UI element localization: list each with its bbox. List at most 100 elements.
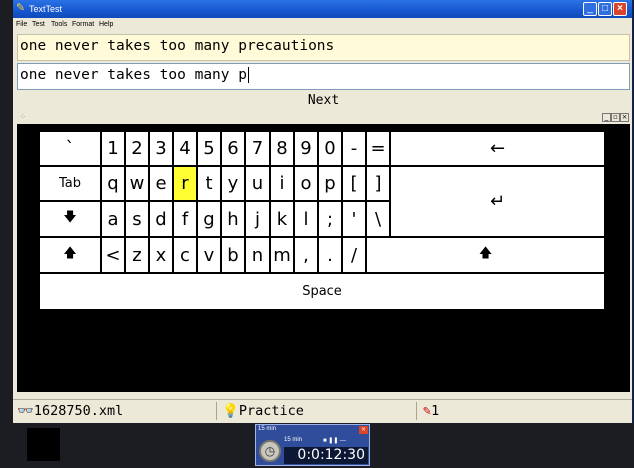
pencil-icon: ✎ (16, 1, 26, 14)
status-mode-label: 💡Practice (222, 403, 304, 419)
menu-format[interactable]: Format (72, 18, 94, 31)
status-separator (216, 402, 217, 420)
key-s[interactable]: s (125, 201, 149, 237)
key-backslash[interactable]: \ (366, 201, 390, 237)
menu-bar: File Test Tools Format Help (13, 18, 632, 31)
key-shift-right[interactable]: 🡅 (366, 237, 605, 273)
key-5[interactable]: 5 (197, 131, 221, 166)
status-bar: 👓1628750.xml 💡Practice ✎1 (13, 399, 632, 423)
panel-minimize-icon[interactable]: _ (602, 113, 611, 122)
key-1[interactable]: 1 (101, 131, 125, 166)
key-j[interactable]: j (245, 201, 270, 237)
key-space[interactable]: Space (39, 273, 605, 310)
key-t[interactable]: t (197, 166, 221, 201)
key-z[interactable]: z (125, 237, 149, 273)
maximize-button[interactable]: □ (598, 2, 612, 16)
app-window: ✎ TextTest _ □ × File Test Tools Format … (13, 0, 633, 423)
prompt-phrase-box: one never takes too many precautions (17, 34, 630, 61)
key-h[interactable]: h (221, 201, 245, 237)
lightbulb-icon: 💡 (222, 403, 239, 419)
transcription-text: one never takes too many p (20, 67, 247, 83)
key-left-bracket[interactable]: [ (342, 166, 366, 201)
key-g[interactable]: g (197, 201, 221, 237)
key-4[interactable]: 4 (173, 131, 197, 166)
keyboard-panel-header: ⁘ _ ▫ × (17, 111, 630, 124)
key-m[interactable]: m (270, 237, 294, 273)
key-a[interactable]: a (101, 201, 125, 237)
prompt-phrase: one never takes too many precautions (20, 38, 335, 54)
key-7[interactable]: 7 (245, 131, 270, 166)
key-9[interactable]: 9 (294, 131, 318, 166)
key-comma[interactable]: , (294, 237, 318, 273)
glasses-icon: 👓 (17, 403, 34, 419)
pencil-icon: ✎ (423, 403, 432, 419)
key-k[interactable]: k (270, 201, 294, 237)
key-x[interactable]: x (149, 237, 173, 273)
key-tab[interactable]: Tab (39, 166, 101, 201)
status-count: 1 (431, 403, 440, 419)
timer-display: 0:0:12:30 (284, 447, 368, 464)
key-l[interactable]: l (294, 201, 318, 237)
key-shift-left[interactable]: 🡅 (39, 237, 101, 273)
transcription-input[interactable]: one never takes too many p (17, 63, 630, 90)
next-button[interactable]: Next (17, 91, 630, 111)
timer-title: 15 min (258, 426, 277, 432)
key-3[interactable]: 3 (149, 131, 173, 166)
clock-icon: ◷ (259, 440, 281, 462)
close-button[interactable]: × (613, 2, 627, 16)
key-less-than[interactable]: < (101, 237, 125, 273)
key-u[interactable]: u (245, 166, 270, 201)
key-backspace[interactable]: ← (390, 131, 605, 166)
key-r-highlighted[interactable]: r (173, 166, 197, 201)
panel-close-icon[interactable]: × (620, 113, 629, 122)
menu-tools[interactable]: Tools (51, 18, 67, 31)
key-apostrophe[interactable]: ' (342, 201, 366, 237)
key-period[interactable]: . (318, 237, 342, 273)
key-q[interactable]: q (101, 166, 125, 201)
title-bar[interactable]: ✎ TextTest _ □ × (13, 0, 632, 18)
key-p[interactable]: p (318, 166, 342, 201)
key-f[interactable]: f (173, 201, 197, 237)
key-w[interactable]: w (125, 166, 149, 201)
timer-widget[interactable]: 15 min × ◷ 15 min ■ ❚❚ — 0:0:12:30 (255, 424, 370, 466)
key-n[interactable]: n (245, 237, 270, 273)
status-count-label: ✎1 (423, 403, 439, 419)
key-right-bracket[interactable]: ] (366, 166, 390, 201)
key-equals[interactable]: = (366, 131, 390, 166)
key-y[interactable]: y (221, 166, 245, 201)
window-title: TextTest (29, 4, 63, 14)
keyboard-area: ` 1 2 3 4 5 6 7 8 9 0 - = ← Tab q w e r … (17, 124, 630, 392)
key-6[interactable]: 6 (221, 131, 245, 166)
key-8[interactable]: 8 (270, 131, 294, 166)
panel-restore-icon[interactable]: ▫ (611, 113, 620, 122)
grip-icon[interactable]: ⁘ (20, 113, 26, 121)
key-caps-down[interactable]: 🡇 (39, 201, 101, 237)
key-b[interactable]: b (221, 237, 245, 273)
key-slash[interactable]: / (342, 237, 366, 273)
status-mode: Practice (238, 403, 304, 419)
timer-preset: 15 min (284, 437, 303, 443)
key-enter[interactable]: ↵ (390, 166, 605, 237)
menu-test[interactable]: Test (32, 18, 45, 31)
key-0[interactable]: 0 (318, 131, 342, 166)
menu-help[interactable]: Help (99, 18, 113, 31)
key-semicolon[interactable]: ; (318, 201, 342, 237)
timer-close-icon[interactable]: × (359, 426, 368, 434)
key-o[interactable]: o (294, 166, 318, 201)
menu-file[interactable]: File (16, 18, 27, 31)
text-caret (247, 67, 249, 83)
key-i[interactable]: i (270, 166, 294, 201)
key-e[interactable]: e (149, 166, 173, 201)
timer-controls-icon[interactable]: ■ ❚❚ — (323, 437, 346, 444)
minimize-button[interactable]: _ (583, 2, 597, 16)
status-file-label: 👓1628750.xml (17, 403, 123, 419)
key-2[interactable]: 2 (125, 131, 149, 166)
status-file: 1628750.xml (33, 403, 124, 419)
on-screen-keyboard: ` 1 2 3 4 5 6 7 8 9 0 - = ← Tab q w e r … (39, 131, 605, 310)
desktop-icon[interactable] (27, 428, 60, 461)
key-minus[interactable]: - (342, 131, 366, 166)
key-v[interactable]: v (197, 237, 221, 273)
key-backtick[interactable]: ` (39, 131, 101, 166)
key-d[interactable]: d (149, 201, 173, 237)
key-c[interactable]: c (173, 237, 197, 273)
